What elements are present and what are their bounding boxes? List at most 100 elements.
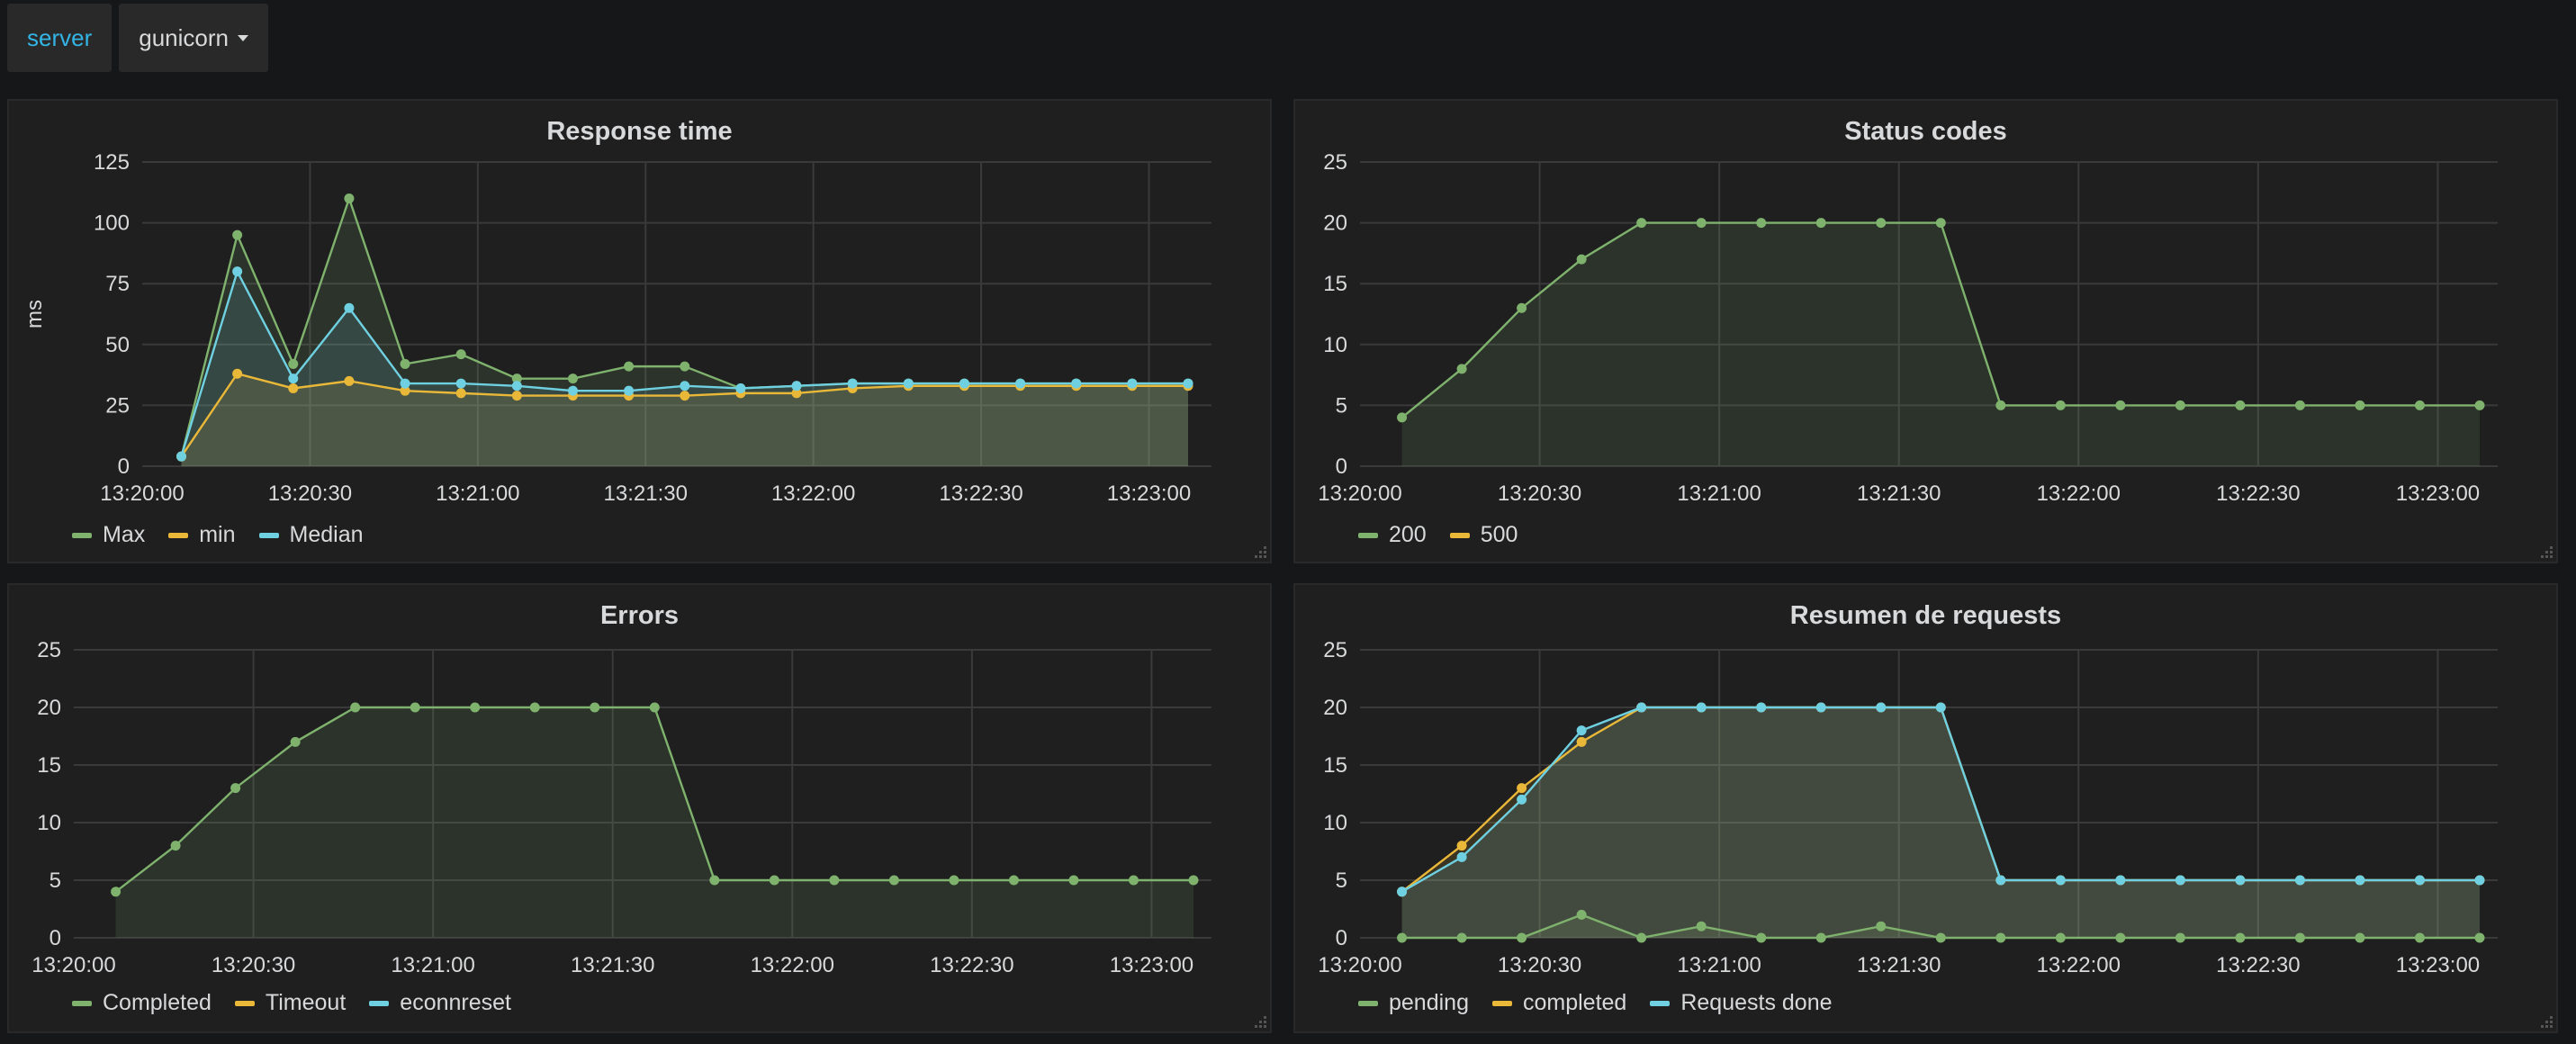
data-point (1456, 851, 1467, 862)
data-point (1517, 302, 1527, 313)
x-tick-label: 13:23:00 (1110, 953, 1193, 977)
legend-item[interactable]: Requests done (1650, 990, 1833, 1016)
resize-handle[interactable] (2538, 544, 2553, 558)
data-point (2294, 875, 2305, 886)
data-point (769, 875, 779, 886)
data-point (288, 374, 299, 384)
data-point (1517, 783, 1527, 794)
data-point (680, 361, 690, 372)
y-tick-label: 25 (105, 393, 130, 418)
data-point (2414, 875, 2425, 886)
data-point (590, 702, 600, 713)
data-point (1188, 875, 1199, 886)
data-point (2175, 875, 2185, 886)
data-point (1876, 218, 1887, 229)
legend-item[interactable]: min (168, 522, 236, 548)
data-point (1456, 841, 1467, 851)
legend-swatch (72, 1000, 92, 1006)
data-point (1696, 921, 1707, 932)
legend-swatch (1449, 532, 1470, 538)
x-tick-label: 13:23:00 (2396, 953, 2480, 977)
data-point (344, 302, 355, 313)
data-point (344, 194, 355, 204)
resize-handle[interactable] (2538, 1013, 2553, 1028)
data-point (400, 378, 410, 389)
x-tick-label: 13:22:30 (2216, 953, 2300, 977)
y-tick-label: 5 (50, 868, 61, 893)
panel-status-codes[interactable]: Status codes 0 5 10 15 20 25 13:20:00 13:20:30 1… (1293, 99, 2558, 563)
template-variable-value: gunicorn (139, 23, 229, 51)
data-point (230, 783, 241, 794)
data-point (1876, 921, 1887, 932)
data-point (829, 875, 840, 886)
data-point (709, 875, 720, 886)
x-tick-label: 13:21:30 (604, 482, 688, 506)
legend-item[interactable]: 200 (1358, 522, 1427, 548)
y-tick-label: 20 (1323, 696, 1347, 720)
legend-item[interactable]: 500 (1449, 522, 1518, 548)
y-tick-label: 10 (37, 811, 61, 835)
legend-item[interactable]: Median (258, 522, 364, 548)
data-point (1636, 218, 1647, 229)
y-tick-label: 0 (50, 926, 61, 950)
y-tick-label: 125 (94, 150, 130, 175)
resize-handle[interactable] (1252, 544, 1266, 558)
legend-swatch (72, 532, 92, 538)
data-point (2474, 875, 2485, 886)
y-axis-label: ms (23, 300, 47, 328)
y-tick-label: 10 (1323, 333, 1347, 357)
chart-status-codes: 0 5 10 15 20 25 13:20:00 13:20:30 13:21:00 13:21:… (1318, 150, 2498, 506)
data-point (567, 374, 578, 384)
y-tick-label: 10 (1323, 811, 1347, 835)
panel-response-time[interactable]: Response time 0 25 50 75 100 125 13:20:00 13:20… (7, 99, 1272, 563)
legend-label: Max (103, 522, 146, 547)
y-tick-label: 5 (1336, 393, 1347, 418)
panel-errors[interactable]: Errors 0 5 10 15 20 25 13:20:00 13:20:30 13:21:0… (7, 583, 1272, 1033)
legend-item[interactable]: completed (1491, 990, 1626, 1016)
legend-item[interactable]: Max (72, 522, 145, 548)
y-tick-label: 15 (37, 753, 61, 778)
data-point (400, 358, 410, 369)
data-point (2115, 400, 2126, 410)
legend-swatch (168, 532, 189, 538)
data-point (1756, 932, 1767, 943)
legend-label: Median (289, 522, 364, 547)
data-point (455, 388, 466, 399)
data-point (1517, 932, 1527, 943)
data-point (2175, 932, 2185, 943)
data-point (1397, 412, 1408, 423)
x-tick-label: 13:21:00 (1677, 482, 1761, 506)
legend: Max min Median (72, 522, 364, 548)
legend-swatch (1358, 532, 1378, 538)
panel-resumen-de-requests[interactable]: Resumen de requests 0 5 10 15 20 25 13:20:00 13… (1293, 583, 2558, 1033)
data-point (949, 875, 959, 886)
data-point (1068, 875, 1079, 886)
data-point (1756, 702, 1767, 713)
chart-response-time: 0 25 50 75 100 125 13:20:00 13:20:30 13:21:00 13:… (23, 150, 1211, 506)
legend-swatch (234, 1000, 255, 1006)
legend-item[interactable]: Completed (72, 990, 212, 1016)
y-tick-label: 100 (94, 212, 130, 236)
legend-item[interactable]: Timeout (234, 990, 346, 1016)
legend-item[interactable]: econnreset (369, 990, 511, 1016)
data-point (1995, 400, 2006, 410)
data-point (529, 702, 540, 713)
data-point (1456, 932, 1467, 943)
x-tick-label: 13:21:30 (1857, 953, 1941, 977)
data-point (1576, 909, 1587, 920)
data-point (290, 736, 301, 747)
resize-handle[interactable] (1252, 1013, 1266, 1028)
legend: pending completed Requests done (1358, 990, 1833, 1016)
legend-swatch (1358, 1000, 1378, 1006)
legend-label: pending (1389, 990, 1469, 1015)
data-point (791, 381, 802, 392)
data-point (1995, 875, 2006, 886)
x-tick-label: 13:21:30 (1857, 482, 1941, 506)
x-tick-label: 13:21:00 (1677, 953, 1761, 977)
x-tick-label: 13:22:30 (2216, 482, 2300, 506)
template-variable-dropdown[interactable]: gunicorn (119, 4, 268, 72)
data-point (1183, 378, 1193, 389)
data-point (2414, 932, 2425, 943)
legend-item[interactable]: pending (1358, 990, 1469, 1016)
data-point (1696, 218, 1707, 229)
